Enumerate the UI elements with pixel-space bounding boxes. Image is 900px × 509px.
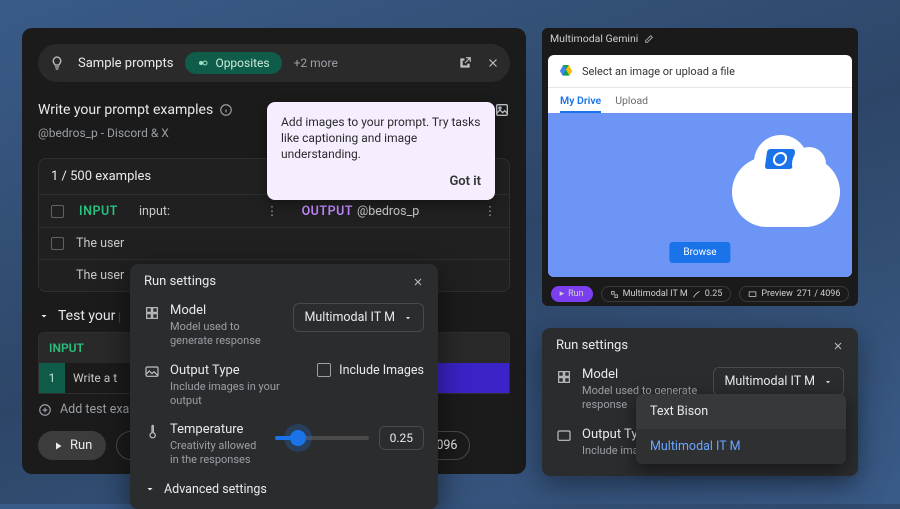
model-select[interactable]: Multimodal IT M [713, 367, 844, 396]
input-col-name: input: [139, 204, 261, 219]
output-col-name: @bedros_p [357, 204, 479, 219]
write-prompt-title: Write your prompt examples [38, 102, 213, 118]
model-label: Model [582, 367, 703, 382]
chip-opposites[interactable]: Opposites [185, 52, 281, 74]
row-checkbox[interactable] [51, 237, 64, 250]
browse-button[interactable]: Browse [669, 242, 730, 263]
tooltip-gotit[interactable]: Got it [281, 173, 481, 191]
picker-title: Select an image or upload a file [582, 65, 735, 78]
col-menu-icon[interactable]: ⋮ [483, 203, 497, 219]
input-header: INPUT [79, 204, 135, 219]
model-icon [144, 305, 160, 321]
model-option-text-bison[interactable]: Text Bison [636, 394, 846, 429]
temperature-label: Temperature [170, 422, 265, 437]
run-settings-panel-right: Run settings Model Model used to generat… [542, 328, 858, 476]
tooltip-text: Add images to your prompt. Try tasks lik… [281, 114, 481, 163]
close-icon[interactable] [486, 56, 500, 70]
run-settings-title: Run settings [556, 338, 628, 353]
run-button[interactable]: Run [38, 431, 106, 460]
model-select[interactable]: Multimodal IT M [293, 303, 424, 332]
temperature-slider[interactable] [275, 436, 369, 440]
info-icon[interactable] [219, 103, 233, 117]
output-type-icon [144, 365, 160, 381]
advanced-settings-toggle[interactable]: Advanced settings [144, 482, 424, 497]
close-icon[interactable] [832, 340, 844, 352]
mini-model-pill[interactable]: Multimodal IT M 0.25 [601, 286, 732, 302]
file-picker: Select an image or upload a file My Driv… [548, 55, 852, 277]
chevron-down-icon[interactable] [38, 310, 50, 322]
mini-run-button[interactable]: ▸ Run [551, 286, 593, 302]
chip-opposites-label: Opposites [215, 56, 269, 70]
checkbox-all[interactable] [51, 205, 64, 218]
temperature-value[interactable]: 0.25 [379, 426, 424, 450]
model-sub: Model used to generate response [170, 320, 283, 349]
window-tab-title: Multimodal Gemini [550, 32, 638, 45]
tab-upload[interactable]: Upload [615, 94, 648, 113]
upload-dropzone[interactable]: Browse [548, 113, 852, 277]
model-dropdown: Text Bison Multimodal IT M [636, 394, 846, 464]
example-row[interactable]: The user [39, 228, 509, 260]
gemini-window: Multimodal Gemini Select an image or upl… [542, 28, 858, 306]
sample-prompts-label[interactable]: Sample prompts [78, 56, 173, 71]
chipbar: Sample prompts Opposites +2 more [38, 44, 510, 82]
include-images-toggle[interactable]: Include Images [317, 363, 424, 378]
output-type-label: Output Type [170, 363, 307, 378]
test-input-header: INPUT [39, 333, 91, 363]
cloud-illustration [732, 157, 840, 227]
col-menu-icon[interactable]: ⋮ [265, 203, 279, 219]
example-cell: The user [76, 236, 124, 251]
model-label: Model [170, 303, 283, 318]
checkbox-icon [317, 363, 331, 377]
chip-more[interactable]: +2 more [294, 56, 338, 70]
drive-icon [558, 63, 574, 79]
mini-preview-pill[interactable]: Preview 271 / 4096 [739, 286, 849, 302]
add-images-tooltip: Add images to your prompt. Try tasks lik… [267, 102, 495, 200]
temperature-sub: Creativity allowed in the responses [170, 439, 265, 468]
test-prompt-title: Test your prompt [58, 308, 120, 324]
insert-image-icon[interactable] [494, 102, 510, 118]
output-header: OUTPUT [302, 204, 353, 219]
model-option-multimodal[interactable]: Multimodal IT M [636, 429, 846, 464]
open-external-icon[interactable] [458, 56, 472, 70]
output-type-sub: Include images in your output [170, 380, 307, 409]
output-type-icon [556, 429, 572, 445]
prompt-editor-panel: Sample prompts Opposites +2 more Write y… [22, 28, 526, 474]
run-settings-panel: Run settings Model Model used to generat… [130, 264, 438, 509]
lightbulb-icon [48, 54, 66, 72]
temperature-icon [144, 424, 160, 440]
edit-icon[interactable] [644, 34, 654, 44]
test-row-number: 1 [39, 363, 65, 393]
examples-count: 1 / 500 examples [51, 169, 151, 184]
close-icon[interactable] [412, 276, 424, 288]
example-cell: The user [76, 268, 124, 283]
run-settings-title: Run settings [144, 274, 216, 289]
tab-my-drive[interactable]: My Drive [560, 94, 601, 113]
model-icon [556, 369, 572, 385]
